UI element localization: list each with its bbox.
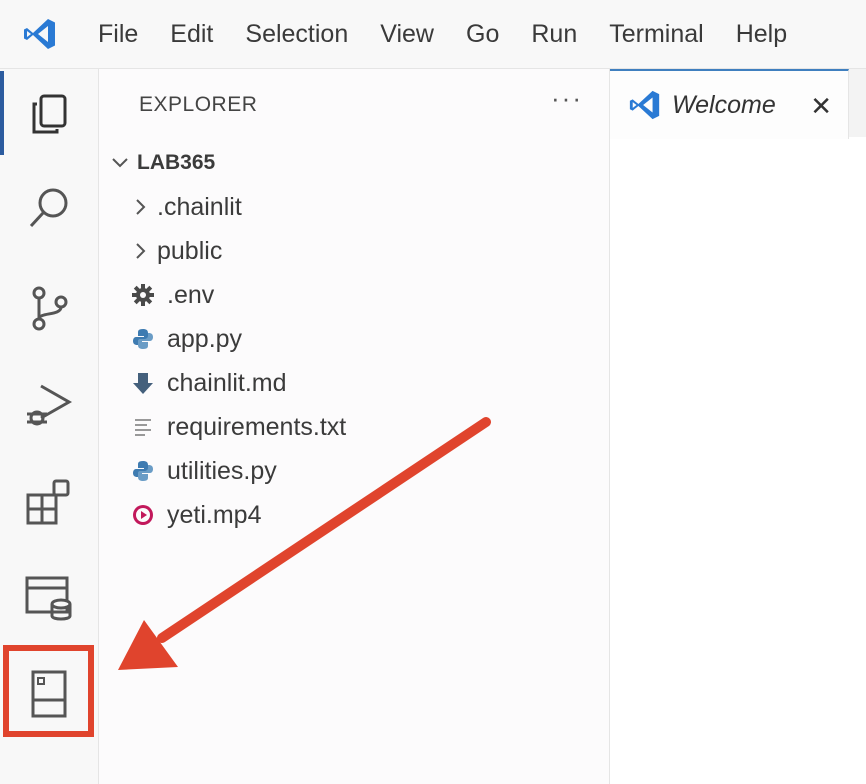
annotation-arrow-icon — [118, 417, 491, 670]
